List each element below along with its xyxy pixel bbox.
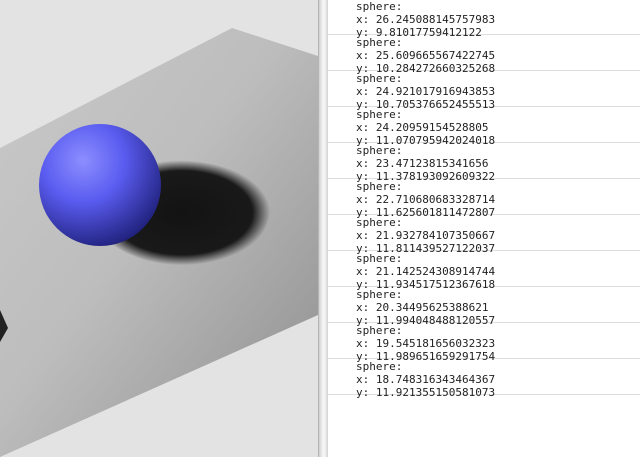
log-x-value: x: 19.545181656032323 bbox=[356, 337, 496, 350]
log-label: sphere: bbox=[356, 0, 403, 13]
log-entry: sphere: x: 18.748316343464367 y: 11.921355… bbox=[328, 359, 640, 399]
log-x-value: x: 18.748316343464367 bbox=[356, 373, 496, 386]
log-entry: sphere: x: 25.609665567422745 y: 10.284272… bbox=[328, 35, 640, 75]
panel-divider[interactable] bbox=[318, 0, 328, 457]
log-entry: sphere: x: 19.545181656032323 y: 11.989651… bbox=[328, 323, 640, 363]
console-log[interactable]: sphere: x: 26.245088145757983 y: 9.8101775… bbox=[328, 0, 640, 457]
log-entry: sphere: x: 26.245088145757983 y: 9.8101775… bbox=[328, 0, 640, 39]
log-x-value: x: 24.921017916943853 bbox=[356, 85, 496, 98]
log-entry: sphere: x: 21.142524308914744 y: 11.934517… bbox=[328, 251, 640, 291]
log-x-value: x: 22.710680683328714 bbox=[356, 193, 496, 206]
log-entry: sphere: x: 24.921017916943853 y: 10.705376… bbox=[328, 71, 640, 111]
log-label: sphere: bbox=[356, 72, 403, 85]
log-label: sphere: bbox=[356, 36, 403, 49]
log-x-value: x: 24.20959154528805 bbox=[356, 121, 489, 134]
log-entry: sphere: x: 23.47123815341656 y: 11.3781930… bbox=[328, 143, 640, 183]
log-x-value: x: 21.932784107350667 bbox=[356, 229, 496, 242]
log-label: sphere: bbox=[356, 324, 403, 337]
log-label: sphere: bbox=[356, 180, 403, 193]
log-x-value: x: 23.47123815341656 bbox=[356, 157, 489, 170]
log-label: sphere: bbox=[356, 288, 403, 301]
log-x-value: x: 26.245088145757983 bbox=[356, 13, 496, 26]
3d-viewport[interactable] bbox=[0, 0, 318, 457]
log-entry: sphere: x: 21.932784107350667 y: 11.811439… bbox=[328, 215, 640, 255]
log-x-value: x: 21.142524308914744 bbox=[356, 265, 496, 278]
log-label: sphere: bbox=[356, 252, 403, 265]
log-y-value: y: 11.921355150581073 bbox=[356, 386, 496, 399]
sphere bbox=[39, 124, 161, 246]
log-x-value: x: 20.34495625388621 bbox=[356, 301, 489, 314]
scene-canvas bbox=[0, 28, 318, 457]
log-label: sphere: bbox=[356, 144, 403, 157]
log-label: sphere: bbox=[356, 216, 403, 229]
log-entry: sphere: x: 22.710680683328714 y: 11.625601… bbox=[328, 179, 640, 219]
log-x-value: x: 25.609665567422745 bbox=[356, 49, 496, 62]
log-entry: sphere: x: 24.20959154528805 y: 11.0707959… bbox=[328, 107, 640, 147]
log-entry: sphere: x: 20.34495625388621 y: 11.9940484… bbox=[328, 287, 640, 327]
log-label: sphere: bbox=[356, 108, 403, 121]
log-label: sphere: bbox=[356, 360, 403, 373]
